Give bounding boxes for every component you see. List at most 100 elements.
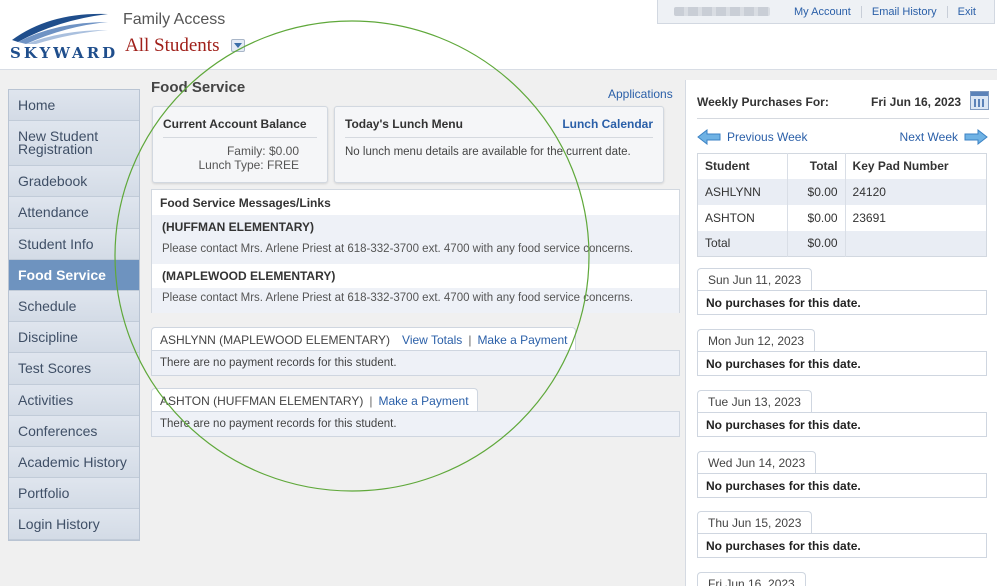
chevron-down-icon — [234, 43, 242, 48]
no-payment-records: There are no payment records for this st… — [151, 350, 680, 376]
next-week-label: Next Week — [899, 130, 958, 144]
day-tab: Wed Jun 14, 2023 — [697, 451, 817, 473]
my-account-link[interactable]: My Account — [784, 6, 861, 18]
sidebar-item-food-service[interactable]: Food Service — [9, 259, 139, 291]
message-text: Please contact Mrs. Arlene Priest at 618… — [152, 239, 679, 264]
view-totals-link[interactable]: View Totals — [402, 333, 462, 347]
column-header-keypad: Key Pad Number — [844, 153, 987, 179]
lunch-type-label: Lunch Type: — [198, 158, 264, 172]
sidebar-item-portfolio[interactable]: Portfolio — [9, 478, 139, 510]
family-balance-value: $0.00 — [268, 144, 299, 158]
previous-week-label: Previous Week — [727, 130, 808, 144]
lunch-menu-title: Today's Lunch Menu — [345, 117, 463, 131]
day-tab: Mon Jun 12, 2023 — [697, 329, 816, 351]
message-text: Please contact Mrs. Arlene Priest at 618… — [152, 288, 679, 313]
calendar-icon[interactable] — [970, 91, 989, 110]
sidebar-item-discipline[interactable]: Discipline — [9, 322, 139, 354]
arrow-right-icon — [964, 129, 988, 145]
day-tab: Tue Jun 13, 2023 — [697, 390, 812, 412]
day-tab: Sun Jun 11, 2023 — [697, 268, 813, 290]
day-purchases: No purchases for this date. — [697, 412, 987, 437]
family-balance-row: Family: $0.00 — [163, 144, 317, 158]
student-selector[interactable]: All Students — [125, 35, 219, 57]
email-history-link[interactable]: Email History — [860, 5, 947, 18]
column-header-total: Total — [787, 153, 846, 179]
day-purchases: No purchases for this date. — [697, 351, 987, 376]
link-separator: | — [468, 332, 472, 347]
sidebar-item-gradebook[interactable]: Gradebook — [9, 166, 139, 198]
column-header-student: Student — [697, 153, 788, 179]
student-tab-ashlynn: ASHLYNN (MAPLEWOOD ELEMENTARY) View Tota… — [151, 327, 577, 351]
sidebar-item-schedule[interactable]: Schedule — [9, 290, 139, 323]
food-service-messages: Food Service Messages/Links (HUFFMAN ELE… — [151, 189, 680, 313]
student-tab-ashton: ASHTON (HUFFMAN ELEMENTARY) | Make a Pay… — [151, 388, 478, 412]
student-cell: ASHLYNN — [697, 178, 788, 205]
lunch-menu-text: No lunch menu details are available for … — [345, 146, 631, 158]
account-balance-box: Current Account Balance Family: $0.00 Lu… — [152, 106, 328, 183]
student-cell: Total — [697, 230, 788, 257]
sidebar-item-activities[interactable]: Activities — [9, 384, 139, 416]
divider — [697, 118, 989, 119]
arrow-left-icon — [697, 129, 721, 145]
student-cell: ASHTON — [697, 204, 788, 231]
keypad-cell: 24120 — [844, 178, 987, 205]
sidebar-item-label: New Student Registration — [18, 128, 99, 158]
sidebar-item-login-history[interactable]: Login History — [9, 509, 139, 541]
table-header-row: Student Total Key Pad Number — [697, 153, 987, 179]
family-label: Family: — [226, 144, 266, 158]
student-tab-label: ASHTON (HUFFMAN ELEMENTARY) — [160, 393, 364, 408]
account-balance-title: Current Account Balance — [163, 117, 317, 138]
page-title: Food Service — [151, 79, 246, 96]
table-row: ASHLYNN $0.00 24120 — [697, 178, 987, 205]
purchases-table: Student Total Key Pad Number ASHLYNN $0.… — [697, 153, 987, 257]
sidebar-item-academic-history[interactable]: Academic History — [9, 446, 139, 479]
total-cell: $0.00 — [787, 230, 846, 257]
student-dropdown-button[interactable] — [231, 39, 245, 52]
message-school-name: (HUFFMAN ELEMENTARY) — [152, 215, 679, 239]
make-payment-link[interactable]: Make a Payment — [477, 333, 567, 347]
previous-week-link[interactable]: Previous Week — [697, 129, 807, 145]
day-tab: Fri Jun 16, 2023 — [697, 572, 806, 586]
lunch-type-value: FREE — [266, 158, 299, 172]
day-purchases: No purchases for this date. — [697, 533, 987, 558]
make-payment-link[interactable]: Make a Payment — [378, 394, 468, 408]
keypad-cell: 23691 — [844, 204, 987, 231]
day-purchases: No purchases for this date. — [697, 290, 987, 315]
top-links-bar: My Account Email History Exit — [657, 0, 995, 24]
table-row: ASHTON $0.00 23691 — [697, 204, 987, 231]
lunch-type-row: Lunch Type: FREE — [163, 158, 317, 172]
sidebar-nav: Home New Student Registration Gradebook … — [8, 89, 140, 542]
sidebar-item-student-info[interactable]: Student Info — [9, 228, 139, 260]
skyward-logo[interactable]: SKYWARD — [10, 8, 115, 64]
sidebar-item-new-student-registration[interactable]: New Student Registration — [9, 121, 139, 167]
total-cell: $0.00 — [787, 204, 846, 231]
messages-title: Food Service Messages/Links — [160, 196, 331, 210]
sidebar-item-test-scores[interactable]: Test Scores — [9, 353, 139, 385]
header: SKYWARD Family Access All Students My Ac… — [0, 0, 997, 70]
keypad-cell — [844, 230, 987, 257]
day-purchases: No purchases for this date. — [697, 473, 987, 498]
exit-link[interactable]: Exit — [946, 5, 986, 18]
skyward-swoosh-icon — [12, 13, 108, 44]
link-separator: | — [369, 393, 373, 408]
no-payment-records: There are no payment records for this st… — [151, 411, 680, 437]
app-name: Family Access — [123, 11, 226, 28]
next-week-link[interactable]: Next Week — [900, 129, 988, 145]
table-total-row: Total $0.00 — [697, 230, 987, 257]
total-cell: $0.00 — [787, 178, 846, 205]
sidebar-item-attendance[interactable]: Attendance — [9, 197, 139, 229]
sidebar-item-conferences[interactable]: Conferences — [9, 415, 139, 447]
day-tab: Thu Jun 15, 2023 — [697, 511, 813, 533]
weekly-purchases-panel: Weekly Purchases For: Fri Jun 16, 2023 P… — [685, 80, 997, 586]
student-tab-label: ASHLYNN (MAPLEWOOD ELEMENTARY) — [160, 332, 391, 347]
weekly-purchases-title: Weekly Purchases For: — [697, 95, 829, 109]
sidebar-item-home[interactable]: Home — [9, 90, 139, 122]
weekly-purchases-date: Fri Jun 16, 2023 — [871, 95, 962, 109]
message-school-name: (MAPLEWOOD ELEMENTARY) — [152, 264, 679, 288]
lunch-menu-box: Today's Lunch Menu Lunch Calendar No lun… — [334, 106, 664, 183]
lunch-menu-header: Today's Lunch Menu Lunch Calendar — [345, 117, 653, 138]
applications-link[interactable]: Applications — [608, 87, 673, 101]
blurred-user-name — [674, 7, 770, 16]
lunch-calendar-link[interactable]: Lunch Calendar — [562, 117, 653, 131]
logo-wordmark: SKYWARD — [10, 44, 119, 62]
